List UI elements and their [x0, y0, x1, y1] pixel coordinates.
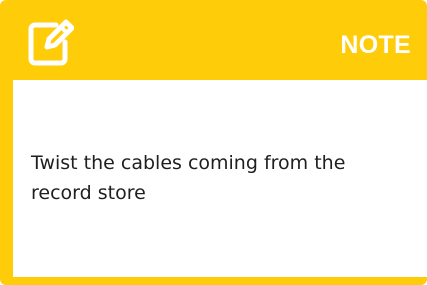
note-title: NOTE [340, 31, 411, 59]
note-body: Twist the cables coming from the record … [13, 80, 427, 277]
note-header: NOTE [0, 0, 427, 80]
note-text: Twist the cables coming from the record … [31, 152, 346, 204]
note-card: NOTE Twist the cables coming from the re… [0, 0, 427, 285]
edit-icon [28, 19, 74, 66]
